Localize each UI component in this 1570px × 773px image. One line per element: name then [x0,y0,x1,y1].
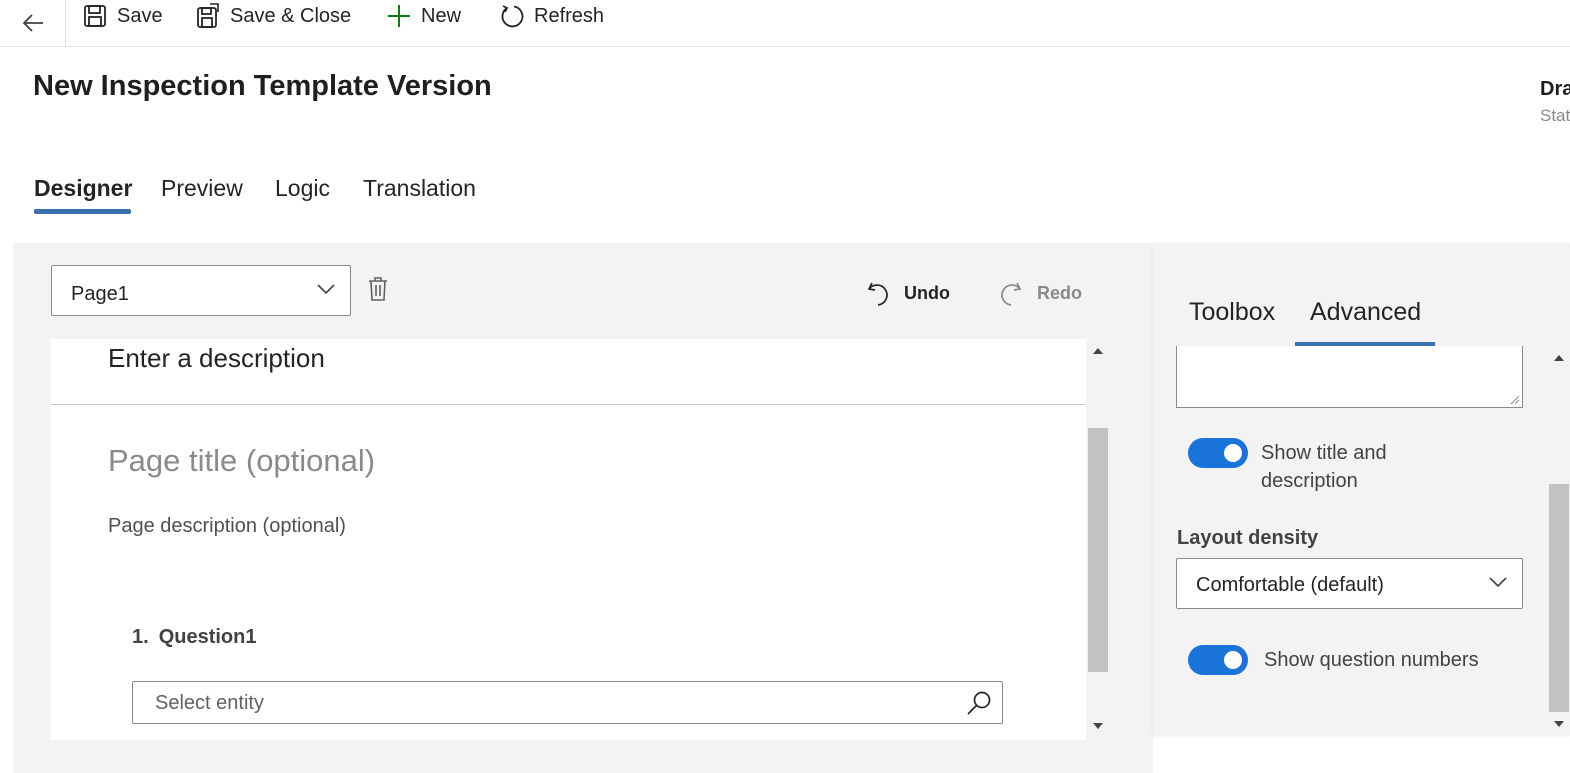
page-description-field[interactable]: Page description (optional) [108,515,346,538]
show-title-label-line2: description [1261,470,1358,492]
plus-icon [388,5,410,27]
refresh-label: Refresh [534,4,605,27]
command-bar: Save Save & Close New Refresh [0,0,1570,47]
new-label: New [421,4,462,27]
scroll-up-icon[interactable] [1553,354,1565,362]
delete-page-icon[interactable] [366,276,390,302]
show-title-label: Show title and description [1261,439,1387,495]
active-tab-indicator [34,209,131,214]
save-close-button[interactable]: Save & Close [196,0,351,32]
select-entity-input[interactable]: Select entity [132,681,1003,724]
undo-button[interactable]: Undo [866,279,950,307]
save-icon [84,5,106,27]
back-arrow-icon [22,14,43,32]
scroll-up-icon[interactable] [1092,347,1104,355]
question-number: 1. [132,626,149,648]
question-title[interactable]: 1. Question1 [132,626,256,649]
tab-translation[interactable]: Translation [363,175,476,202]
refresh-icon [501,5,524,28]
tab-designer[interactable]: Designer [34,175,132,202]
question-label: Question1 [158,626,257,648]
redo-button[interactable]: Redo [999,279,1082,307]
scroll-down-icon[interactable] [1553,720,1565,728]
canvas-scrollbar[interactable] [1087,339,1109,740]
panel-scrollbar[interactable] [1547,346,1570,736]
page-select[interactable]: Page1 [51,265,351,316]
undo-label: Undo [904,282,950,303]
layout-density-select[interactable]: Comfortable (default) [1176,558,1523,609]
status-value: Dra [1540,78,1570,100]
page-title: New Inspection Template Version [33,70,492,102]
resize-handle-icon[interactable] [1508,393,1520,405]
save-label: Save [117,4,163,27]
new-button[interactable]: New [387,0,461,32]
scroll-thumb[interactable] [1549,484,1569,712]
show-title-toggle[interactable] [1188,438,1248,468]
scroll-down-icon[interactable] [1092,722,1104,730]
save-close-icon [197,3,219,28]
show-numbers-toggle[interactable] [1188,645,1248,675]
tab-preview[interactable]: Preview [161,175,243,202]
undo-icon [867,282,888,306]
chevron-down-icon [317,284,335,295]
show-numbers-label: Show question numbers [1264,649,1479,671]
tab-advanced[interactable]: Advanced [1310,298,1421,327]
tab-logic[interactable]: Logic [275,175,330,202]
page-select-value: Page1 [71,283,129,305]
back-button[interactable] [0,0,66,46]
scroll-thumb[interactable] [1088,428,1108,672]
select-entity-placeholder: Select entity [155,692,264,714]
chevron-down-icon [1489,577,1507,588]
survey-description[interactable]: Enter a description [108,343,325,374]
search-icon[interactable] [966,690,992,716]
show-title-label-line1: Show title and [1261,442,1387,464]
description-textarea[interactable] [1176,346,1523,408]
layout-density-label: Layout density [1177,527,1319,549]
redo-icon [1001,282,1022,306]
page-title-field[interactable]: Page title (optional) [108,443,375,479]
redo-label: Redo [1037,282,1082,303]
save-button[interactable]: Save [83,0,163,32]
status-label: Stat [1540,106,1570,125]
refresh-button[interactable]: Refresh [500,0,604,32]
tab-toolbox[interactable]: Toolbox [1189,298,1275,327]
save-close-label: Save & Close [230,4,352,27]
layout-density-value: Comfortable (default) [1196,574,1384,596]
divider [51,404,1086,405]
survey-canvas: Enter a description Page title (optional… [51,339,1086,740]
